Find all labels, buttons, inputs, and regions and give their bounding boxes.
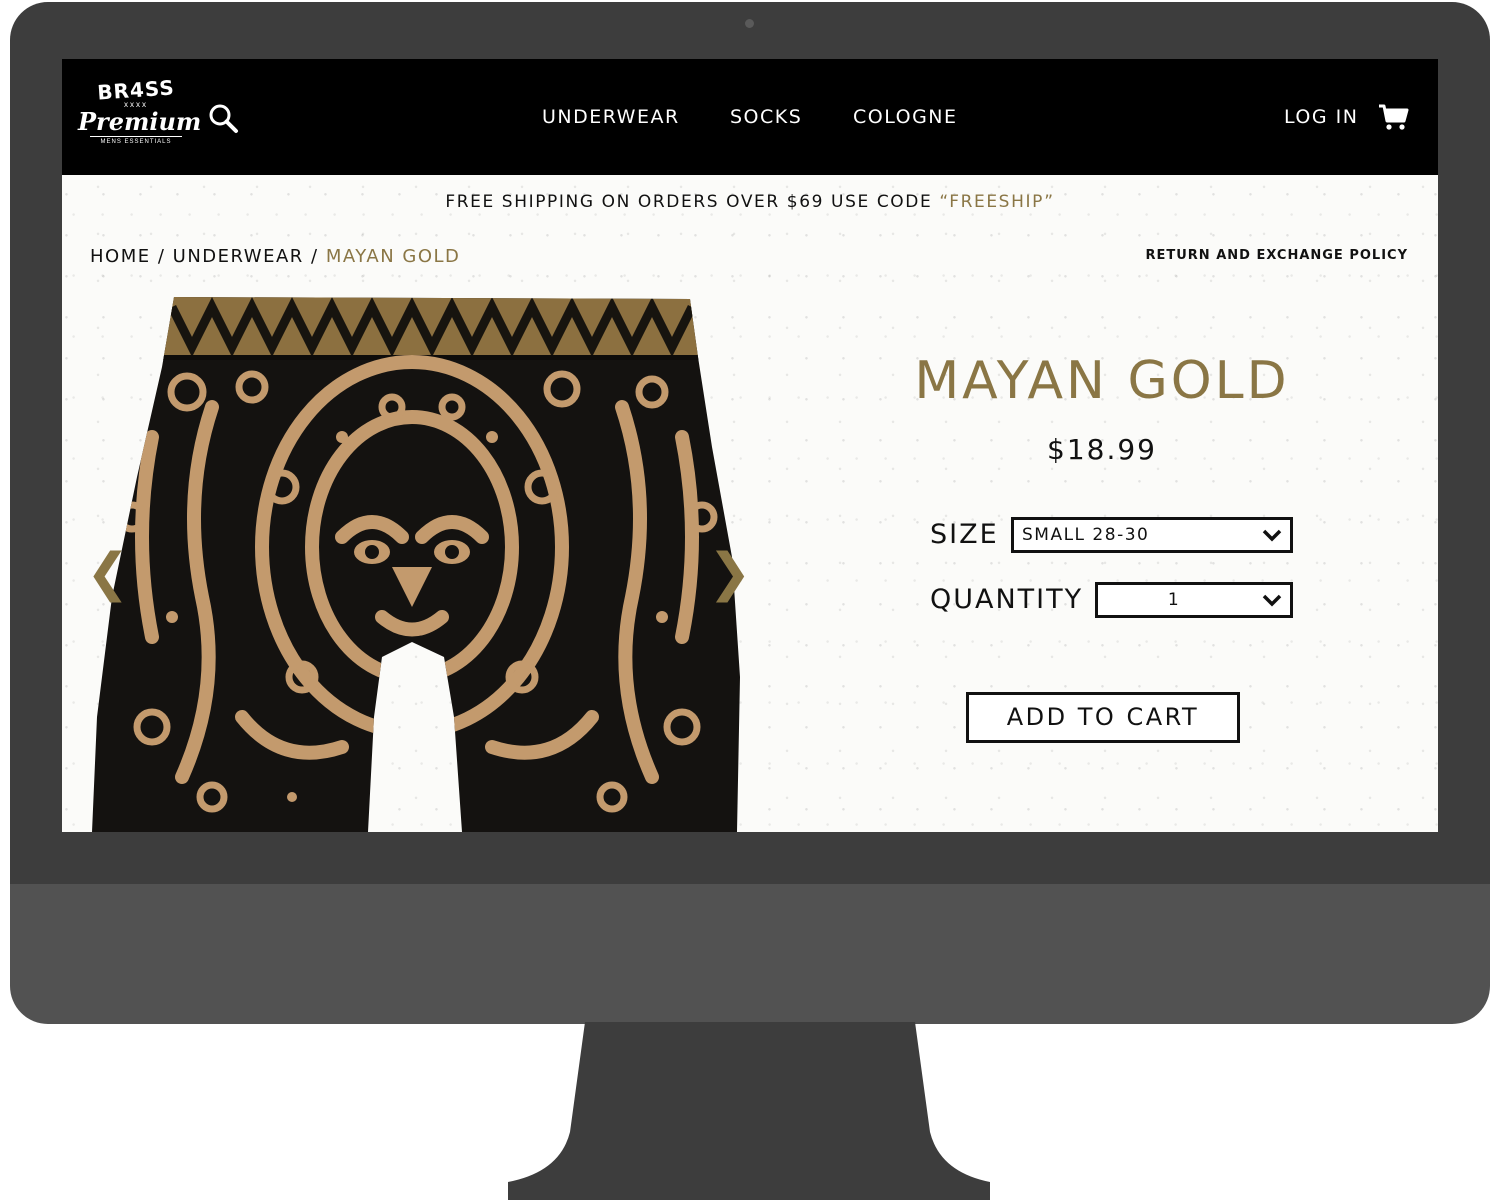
breadcrumb-separator: /: [311, 246, 319, 267]
breadcrumb: HOME / UNDERWEAR / MAYAN GOLD: [90, 246, 460, 268]
product-title: MAYAN GOLD: [914, 351, 1290, 411]
size-label: SIZE: [930, 519, 999, 550]
chevron-down-icon: [1262, 594, 1282, 607]
monitor-chin: [10, 884, 1490, 1024]
nav-cologne[interactable]: COLOGNE: [853, 106, 958, 128]
login-link[interactable]: LOG IN: [1284, 106, 1358, 128]
product-price: $18.99: [1047, 433, 1157, 466]
site-header: BR4SS xxxx Premium MENS ESSENTIALS UNDER…: [62, 59, 1438, 175]
cart-icon[interactable]: [1378, 101, 1410, 133]
monitor-stand: [508, 1022, 990, 1200]
size-select-value: SMALL 28-30: [1022, 525, 1150, 545]
chevron-down-icon: [1262, 529, 1282, 542]
webcam-dot: [745, 19, 754, 28]
add-to-cart-button[interactable]: ADD TO CART: [966, 692, 1240, 743]
gallery-prev-arrow[interactable]: ❮: [86, 543, 130, 603]
product-image[interactable]: [92, 297, 742, 832]
breadcrumb-current: MAYAN GOLD: [325, 246, 461, 267]
promo-banner: FREE SHIPPING ON ORDERS OVER $69 USE COD…: [62, 191, 1438, 213]
promo-code: “FREESHIP”: [939, 192, 1055, 212]
return-policy-link[interactable]: RETURN AND EXCHANGE POLICY: [1145, 247, 1408, 265]
quantity-select[interactable]: 1: [1095, 582, 1293, 618]
breadcrumb-separator: /: [157, 246, 166, 267]
browser-screen: BR4SS xxxx Premium MENS ESSENTIALS UNDER…: [62, 59, 1438, 832]
size-select[interactable]: SMALL 28-30: [1011, 517, 1293, 553]
nav-underwear[interactable]: UNDERWEAR: [542, 106, 680, 128]
gallery-next-arrow[interactable]: ❯: [708, 543, 752, 603]
breadcrumb-home[interactable]: HOME: [90, 246, 151, 267]
logo-tagline: MENS ESSENTIALS: [90, 136, 182, 145]
quantity-label: QUANTITY: [930, 584, 1084, 615]
search-icon[interactable]: [208, 103, 240, 135]
brand-logo[interactable]: BR4SS xxxx Premium MENS ESSENTIALS: [78, 75, 202, 159]
quantity-select-value: 1: [1167, 590, 1181, 610]
logo-script-text: Premium: [78, 107, 202, 136]
breadcrumb-underwear[interactable]: UNDERWEAR: [173, 246, 304, 267]
promo-text: FREE SHIPPING ON ORDERS OVER $69 USE COD…: [445, 192, 940, 212]
nav-socks[interactable]: SOCKS: [730, 106, 802, 128]
